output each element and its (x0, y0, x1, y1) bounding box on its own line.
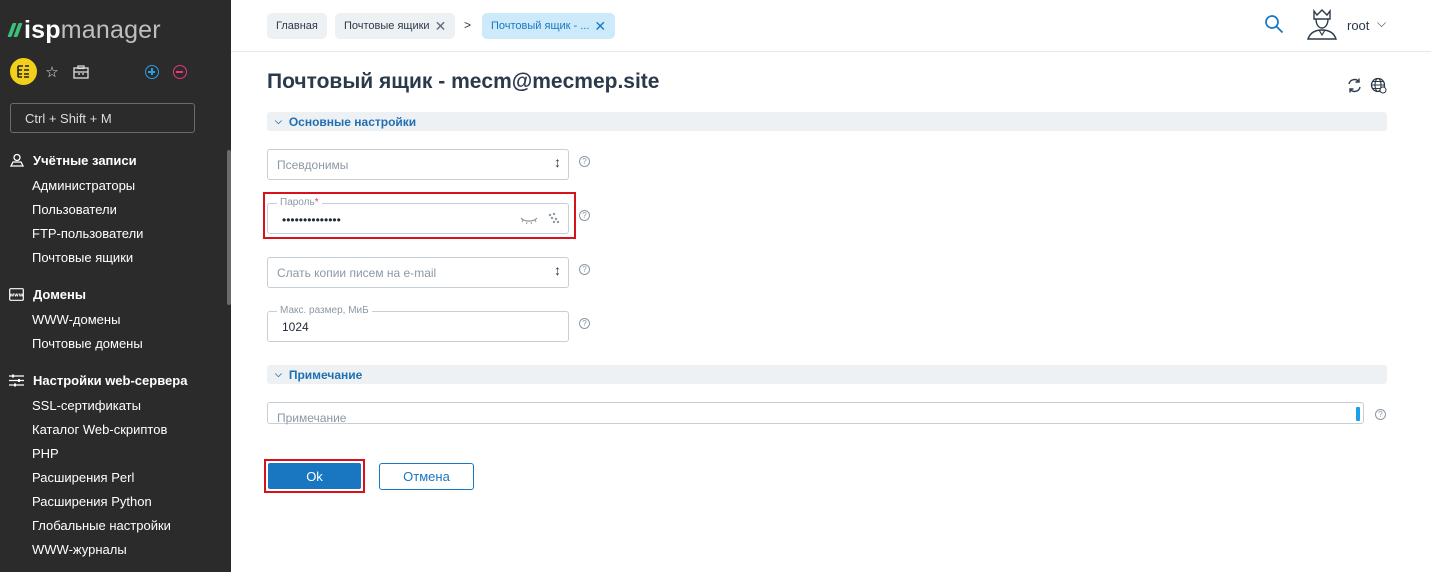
cancel-button[interactable]: Отмена (379, 463, 474, 490)
nav-group-title: Настройки web-сервера (33, 372, 188, 388)
close-icon[interactable]: ✕ (435, 18, 447, 35)
section-title: Основные настройки (288, 114, 417, 129)
sidebar: ispmanager ☆ Ctrl + Shift + M Учётные за… (0, 0, 231, 572)
ispmanager-logo[interactable]: ispmanager (7, 14, 161, 46)
nav-group-webserver: Настройки web-сервера SSL-сертификаты Ка… (0, 370, 226, 562)
sidebar-scrollbar[interactable] (227, 150, 231, 305)
briefcase-icon[interactable] (70, 58, 92, 86)
add-circle-icon[interactable] (143, 58, 161, 86)
tab-mailbox-edit[interactable]: Почтовый ящик - ... ✕ (482, 13, 616, 39)
sort-arrows-icon[interactable]: ↕ (554, 263, 561, 277)
search-icon[interactable] (1264, 14, 1286, 36)
nav-group-header[interactable]: www Домены (0, 284, 226, 304)
sort-arrows-icon[interactable]: ↕ (554, 155, 561, 169)
sidebar-item-global-settings[interactable]: Глобальные настройки (0, 514, 226, 538)
password-field[interactable]: Пароль* •••••••••••••• (267, 197, 569, 234)
password-label: Пароль* (277, 197, 322, 208)
chevron-down-icon[interactable]: ⌵ (1377, 16, 1386, 31)
user-map-icon (9, 153, 24, 167)
sliders-icon (9, 373, 24, 387)
send-copies-field[interactable]: Слать копии писем на e-mail ↕ (267, 257, 569, 288)
nav-group-title: Домены (33, 286, 86, 302)
logo-manager-text: manager (60, 15, 161, 44)
nav-group-accounts: Учётные записи Администраторы Пользовате… (0, 150, 226, 270)
breadcrumb-separator: > (464, 18, 472, 32)
remove-circle-icon[interactable] (171, 58, 189, 86)
logo-isp-text: isp (24, 15, 61, 44)
sidebar-item-administrators[interactable]: Администраторы (0, 174, 226, 198)
generate-password-icon[interactable] (546, 211, 560, 230)
menu-search-input[interactable]: Ctrl + Shift + M (10, 103, 195, 133)
sidebar-item-mailboxes[interactable]: Почтовые ящики (0, 246, 226, 270)
sidebar-item-python-extensions[interactable]: Расширения Python (0, 490, 226, 514)
www-icon: www (9, 287, 24, 301)
sidebar-item-ftp-users[interactable]: FTP-пользователи (0, 222, 226, 246)
user-name[interactable]: root (1347, 18, 1369, 33)
sidebar-item-mail-domains[interactable]: Почтовые домены (0, 332, 226, 356)
sidebar-nav: Учётные записи Администраторы Пользовате… (0, 150, 226, 572)
globe-help-icon[interactable] (1370, 77, 1387, 99)
logo-mark-icon (7, 23, 23, 37)
nav-group-header[interactable]: Настройки web-сервера (0, 370, 226, 390)
favorites-star-icon[interactable]: ☆ (42, 58, 62, 86)
page-title: Почтовый ящик - mecm@mecmep.site (267, 70, 660, 93)
chevron-down-icon: ⌵ (275, 116, 282, 126)
section-title: Примечание (288, 367, 363, 382)
nav-group-domains: www Домены WWW-домены Почтовые домены (0, 284, 226, 356)
sidebar-item-www-domains[interactable]: WWW-домены (0, 308, 226, 332)
help-icon[interactable]: ? (579, 156, 590, 167)
help-icon[interactable]: ? (579, 318, 590, 329)
section-main-settings[interactable]: ⌵ Основные настройки (267, 112, 1387, 131)
sidebar-item-perl-extensions[interactable]: Расширения Perl (0, 466, 226, 490)
tab-home[interactable]: Главная (267, 13, 327, 39)
sidebar-item-web-scripts[interactable]: Каталог Web-скриптов (0, 418, 226, 442)
top-bar: Главная Почтовые ящики ✕ > Почтовый ящик… (231, 0, 1431, 52)
send-copies-placeholder: Слать копии писем на e-mail (277, 266, 437, 280)
note-placeholder: Примечание (277, 411, 347, 425)
nav-group-title: Учётные записи (33, 152, 137, 168)
refresh-icon[interactable] (1346, 77, 1363, 99)
max-size-field[interactable]: Макс. размер, МиБ 1024 (267, 305, 569, 342)
max-size-value: 1024 (282, 320, 309, 334)
tree-menu-icon[interactable] (10, 58, 37, 85)
aliases-placeholder: Псевдонимы (277, 158, 349, 172)
nav-group-header[interactable]: Учётные записи (0, 150, 226, 170)
user-avatar-icon[interactable] (1306, 8, 1338, 40)
show-password-eye-icon[interactable] (520, 213, 538, 231)
ok-button[interactable]: Ok (268, 463, 361, 489)
tab-label: Почтовые ящики (344, 20, 430, 32)
aliases-field[interactable]: Псевдонимы ↕ (267, 149, 569, 180)
note-textarea[interactable]: Примечание (267, 402, 1364, 425)
help-icon[interactable]: ? (579, 210, 590, 221)
title-actions (1346, 77, 1388, 95)
section-note[interactable]: ⌵ Примечание (267, 365, 1387, 384)
max-size-label: Макс. размер, МиБ (277, 305, 372, 316)
sidebar-item-php[interactable]: PHP (0, 442, 226, 466)
svg-text:www: www (10, 292, 24, 298)
tab-mailboxes[interactable]: Почтовые ящики ✕ (335, 13, 456, 39)
sidebar-item-users[interactable]: Пользователи (0, 198, 226, 222)
sidebar-item-ssl-certificates[interactable]: SSL-сертификаты (0, 394, 226, 418)
tab-label: Главная (276, 20, 318, 32)
sidebar-item-www-logs[interactable]: WWW-журналы (0, 538, 226, 562)
quick-toolbar: ☆ (10, 58, 220, 86)
resize-handle[interactable] (1356, 407, 1360, 421)
close-icon[interactable]: ✕ (594, 18, 606, 35)
help-icon[interactable]: ? (1375, 409, 1386, 420)
tab-label: Почтовый ящик - ... (491, 20, 590, 32)
password-value: •••••••••••••• (282, 213, 341, 227)
help-icon[interactable]: ? (579, 264, 590, 275)
chevron-down-icon: ⌵ (275, 369, 282, 379)
